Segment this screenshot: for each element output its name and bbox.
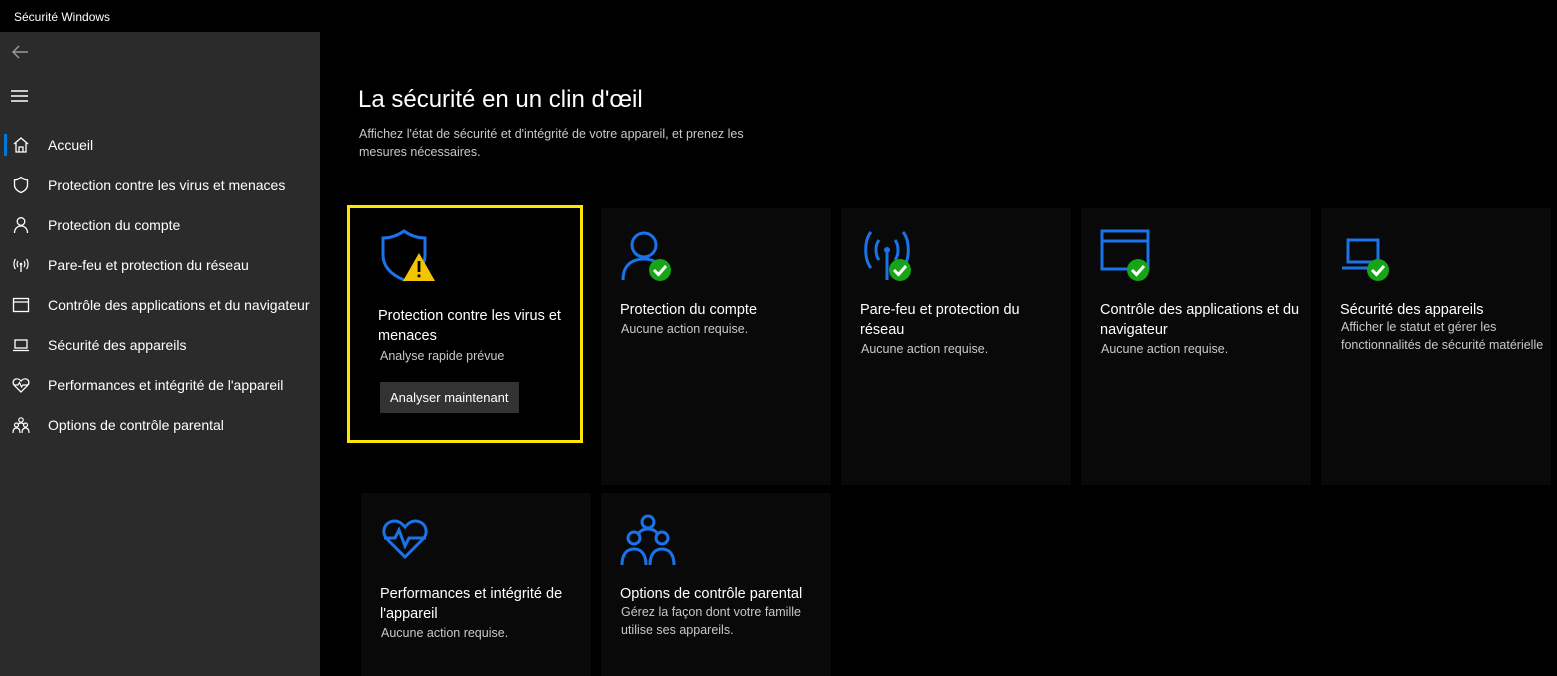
sidebar-item-device-performance[interactable]: Performances et intégrité de l'appareil: [0, 365, 320, 405]
antenna-icon: [11, 255, 31, 275]
sidebar-item-account-protection[interactable]: Protection du compte: [0, 205, 320, 245]
sidebar: Accueil Protection contre les virus et m…: [0, 32, 320, 676]
browser-window-check-icon: [1100, 228, 1164, 281]
person-check-icon: [620, 228, 684, 281]
sidebar-item-label: Sécurité des appareils: [48, 337, 187, 353]
card-description: Gérez la façon dont votre famille utilis…: [621, 605, 801, 637]
card-parental-control[interactable]: Options de contrôle parental Gérez la fa…: [601, 493, 831, 676]
sidebar-item-parental-control[interactable]: Options de contrôle parental: [0, 405, 320, 445]
sidebar-item-label: Contrôle des applications et du navigate…: [48, 297, 310, 313]
home-icon: [11, 135, 31, 155]
card-title: Protection du compte: [620, 302, 758, 318]
card-virus-protection[interactable]: Protection contre les virus et menaces A…: [347, 205, 583, 443]
family-icon: [620, 513, 684, 566]
sidebar-item-firewall[interactable]: Pare-feu et protection du réseau: [0, 245, 320, 285]
card-title: Options de contrôle parental: [620, 586, 803, 602]
back-button[interactable]: [10, 42, 30, 62]
sidebar-item-label: Performances et intégrité de l'appareil: [48, 377, 284, 393]
card-title: Contrôle des applications et du navigate…: [1100, 302, 1300, 338]
card-device-security[interactable]: Sécurité des appareils Afficher le statu…: [1321, 208, 1551, 485]
card-description: Aucune action requise.: [621, 322, 749, 336]
card-description: Aucune action requise.: [1101, 342, 1229, 356]
shield-warning-icon: [377, 229, 441, 282]
person-icon: [11, 215, 31, 235]
card-app-browser-control[interactable]: Contrôle des applications et du navigate…: [1081, 208, 1311, 485]
hamburger-icon: [11, 90, 28, 102]
heart-pulse-icon: [380, 513, 444, 565]
card-account-protection[interactable]: Protection du compte Aucune action requi…: [601, 208, 831, 485]
page-subtitle: Affichez l'état de sécurité et d'intégri…: [359, 127, 744, 159]
sidebar-item-label: Pare-feu et protection du réseau: [48, 257, 249, 273]
card-title: Pare-feu et protection du réseau: [860, 302, 1020, 338]
card-title: Protection contre les virus et menaces: [378, 308, 561, 344]
card-firewall[interactable]: Pare-feu et protection du réseau Aucune …: [841, 208, 1071, 485]
scan-now-button[interactable]: Analyser maintenant: [380, 382, 519, 413]
card-description: Aucune action requise.: [861, 342, 989, 356]
card-description: Aucune action requise.: [381, 626, 509, 640]
hamburger-menu-button[interactable]: [10, 86, 30, 106]
sidebar-item-label: Protection du compte: [48, 217, 181, 233]
family-icon: [11, 415, 31, 435]
antenna-check-icon: [860, 228, 924, 281]
sidebar-item-app-browser-control[interactable]: Contrôle des applications et du navigate…: [0, 285, 320, 325]
window-title: Sécurité Windows: [14, 10, 111, 24]
laptop-check-icon: [1340, 228, 1404, 281]
heart-pulse-icon: [11, 375, 31, 395]
card-description: Afficher le statut et gérer les fonction…: [1341, 320, 1544, 352]
back-arrow-icon: [12, 45, 28, 59]
shield-icon: [11, 175, 31, 195]
page-title: La sécurité en un clin d'œil: [358, 86, 643, 113]
title-bar: Sécurité Windows: [0, 0, 1557, 32]
main-content: La sécurité en un clin d'œil Affichez l'…: [320, 32, 1557, 676]
sidebar-item-accueil[interactable]: Accueil: [0, 125, 320, 165]
card-device-performance[interactable]: Performances et intégrité de l'appareil …: [361, 493, 591, 676]
card-title: Sécurité des appareils: [1340, 302, 1484, 318]
sidebar-item-device-security[interactable]: Sécurité des appareils: [0, 325, 320, 365]
sidebar-item-label: Options de contrôle parental: [48, 417, 224, 433]
card-title: Performances et intégrité de l'appareil: [380, 586, 563, 622]
laptop-icon: [11, 335, 31, 355]
browser-window-icon: [11, 295, 31, 315]
card-description: Analyse rapide prévue: [380, 349, 505, 363]
sidebar-item-label: Protection contre les virus et menaces: [48, 177, 286, 193]
sidebar-item-label: Accueil: [48, 137, 94, 153]
sidebar-nav: Accueil Protection contre les virus et m…: [0, 125, 320, 445]
sidebar-item-virus-protection[interactable]: Protection contre les virus et menaces: [0, 165, 320, 205]
